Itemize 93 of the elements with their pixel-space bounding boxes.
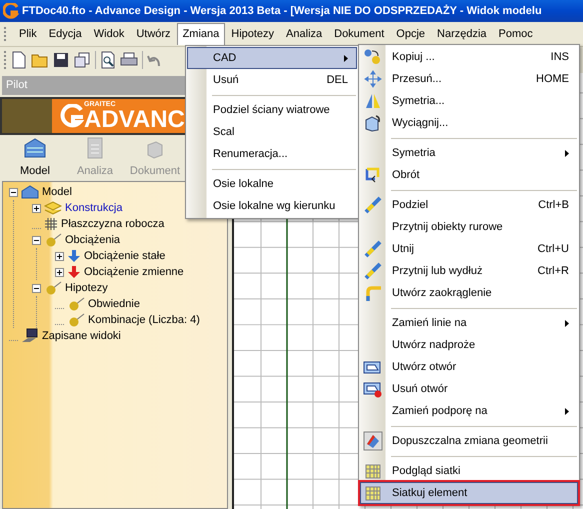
menu-item[interactable]: Przytnij obiekty rurowe: [360, 216, 578, 238]
menu-item[interactable]: Utwórz nadproże: [360, 334, 578, 356]
menu-item[interactable]: Narzędzia: [431, 23, 493, 45]
menu-item[interactable]: Obrót: [360, 164, 578, 186]
menu-item[interactable]: Hipotezy: [225, 23, 280, 45]
fillet-icon: [364, 284, 382, 302]
documents-icon: [145, 138, 165, 158]
menu-item[interactable]: Podziel Ctrl+B: [360, 194, 578, 216]
computer-icon: [21, 328, 39, 344]
tab[interactable]: Model: [6, 136, 64, 179]
menu-item[interactable]: Dopuszczalna zmiana geometrii: [360, 430, 578, 452]
tree-item[interactable]: Płaszczyzna robocza: [61, 216, 164, 232]
menu-item[interactable]: Scal: [187, 121, 357, 143]
menu-item[interactable]: Usuń otwór: [360, 378, 578, 400]
menu-item[interactable]: Wyciągnij...: [360, 112, 578, 134]
beam-icon: [364, 196, 382, 214]
menu-item[interactable]: Dokument: [328, 23, 390, 45]
move-icon: [364, 70, 382, 88]
menu-item[interactable]: Zmiana: [176, 23, 226, 45]
opening-icon: [363, 359, 383, 375]
tree-item[interactable]: Hipotezy: [65, 280, 108, 296]
tree-item[interactable]: Model: [42, 184, 72, 200]
menu-item[interactable]: Podziel ściany wiatrowe: [187, 99, 357, 121]
menu-item[interactable]: Utwórz zaokrąglenie: [360, 282, 578, 304]
pin-icon: [44, 233, 62, 247]
tree-item[interactable]: Zapisane widoki: [42, 328, 121, 344]
rotate-icon: [364, 166, 382, 184]
pin-icon: [67, 297, 85, 311]
tree-item[interactable]: Obciążenia: [65, 232, 120, 248]
mesh-icon: [364, 462, 382, 480]
expand-icon[interactable]: [55, 252, 64, 260]
beam-icon: [364, 240, 382, 258]
menu-item[interactable]: Plik: [13, 23, 43, 45]
arrow-down-icon: [67, 249, 81, 263]
print-preview-icon[interactable]: [100, 51, 116, 69]
printer-icon[interactable]: [120, 52, 138, 68]
open-folder-icon[interactable]: [31, 52, 49, 68]
menu-item[interactable]: Pomoc: [492, 23, 539, 45]
calculator-icon: [87, 136, 103, 158]
copy-icon: [363, 48, 383, 66]
menu-item[interactable]: Analiza: [280, 23, 328, 45]
collapse-icon[interactable]: [32, 284, 41, 292]
arrow-down-icon: [67, 265, 81, 279]
grip-icon: [4, 27, 7, 41]
beam-icon: [364, 262, 382, 280]
remove-opening-icon: [363, 380, 383, 398]
menu-item[interactable]: Osie lokalne wg kierunku: [187, 195, 357, 217]
mirror-icon: [364, 92, 382, 110]
document-stack-icon[interactable]: [73, 52, 91, 68]
menu-item[interactable]: CAD: [187, 47, 357, 69]
app-logo-icon: [3, 3, 19, 19]
menu-item[interactable]: Siatkuj element: [360, 482, 578, 504]
grip-icon: [4, 51, 7, 69]
grid-icon: [44, 217, 58, 231]
window-title: FTDoc40.fto - Advance Design - Wersja 2013 Beta - [Wersja NIE DO ODSPRZEDAŻY - Widok modelu: [22, 4, 542, 19]
menu-item[interactable]: Renumeracja...: [187, 143, 357, 165]
menu-item[interactable]: Przytnij lub wydłuż Ctrl+R: [360, 260, 578, 282]
new-document-icon[interactable]: [11, 51, 27, 69]
geometry-change-icon: [363, 431, 383, 451]
pin-icon: [67, 313, 85, 327]
mesh-icon: [364, 484, 382, 502]
menu-item[interactable]: Utwórz otwór: [360, 356, 578, 378]
menu-item[interactable]: Opcje: [390, 23, 432, 45]
collapse-icon[interactable]: [32, 236, 41, 244]
expand-icon[interactable]: [32, 204, 41, 212]
layers-icon: [44, 201, 62, 215]
building-icon: [23, 136, 47, 158]
photo-placeholder: [2, 99, 52, 133]
product-name: ADVANC: [84, 108, 185, 132]
tree-item[interactable]: Kombinacje (Liczba: 4): [88, 312, 200, 328]
menu-item[interactable]: Osie lokalne: [187, 173, 357, 195]
tree-item[interactable]: Obwiednie: [88, 296, 140, 312]
tree-item[interactable]: Obciążenie zmienne: [84, 264, 184, 280]
collapse-icon[interactable]: [9, 188, 18, 196]
menu-item[interactable]: Zamień linie na: [360, 312, 578, 334]
save-icon[interactable]: [53, 52, 69, 68]
menu-item[interactable]: Kopiuj ... INS: [360, 46, 578, 68]
pin-icon: [44, 281, 62, 295]
building-icon: [21, 185, 39, 199]
menu-item[interactable]: Przesuń... HOME: [360, 68, 578, 90]
expand-icon[interactable]: [55, 268, 64, 276]
menu-item[interactable]: Edycja: [42, 23, 88, 45]
menu-item[interactable]: Zamień podporę na: [360, 400, 578, 422]
brand-logo-icon: [60, 104, 84, 128]
menu-item[interactable]: Widok: [88, 23, 130, 45]
tree-item[interactable]: Konstrukcja: [65, 200, 122, 216]
extrude-icon: [364, 114, 382, 132]
menu-item[interactable]: Symetria...: [360, 90, 578, 112]
menu-item[interactable]: Utnij Ctrl+U: [360, 238, 578, 260]
menu-item[interactable]: Symetria: [360, 142, 578, 164]
tree-item[interactable]: Obciążenie stałe: [84, 248, 166, 264]
menu-item[interactable]: Podgląd siatki: [360, 460, 578, 482]
menu-item[interactable]: Utwórz: [130, 23, 177, 45]
